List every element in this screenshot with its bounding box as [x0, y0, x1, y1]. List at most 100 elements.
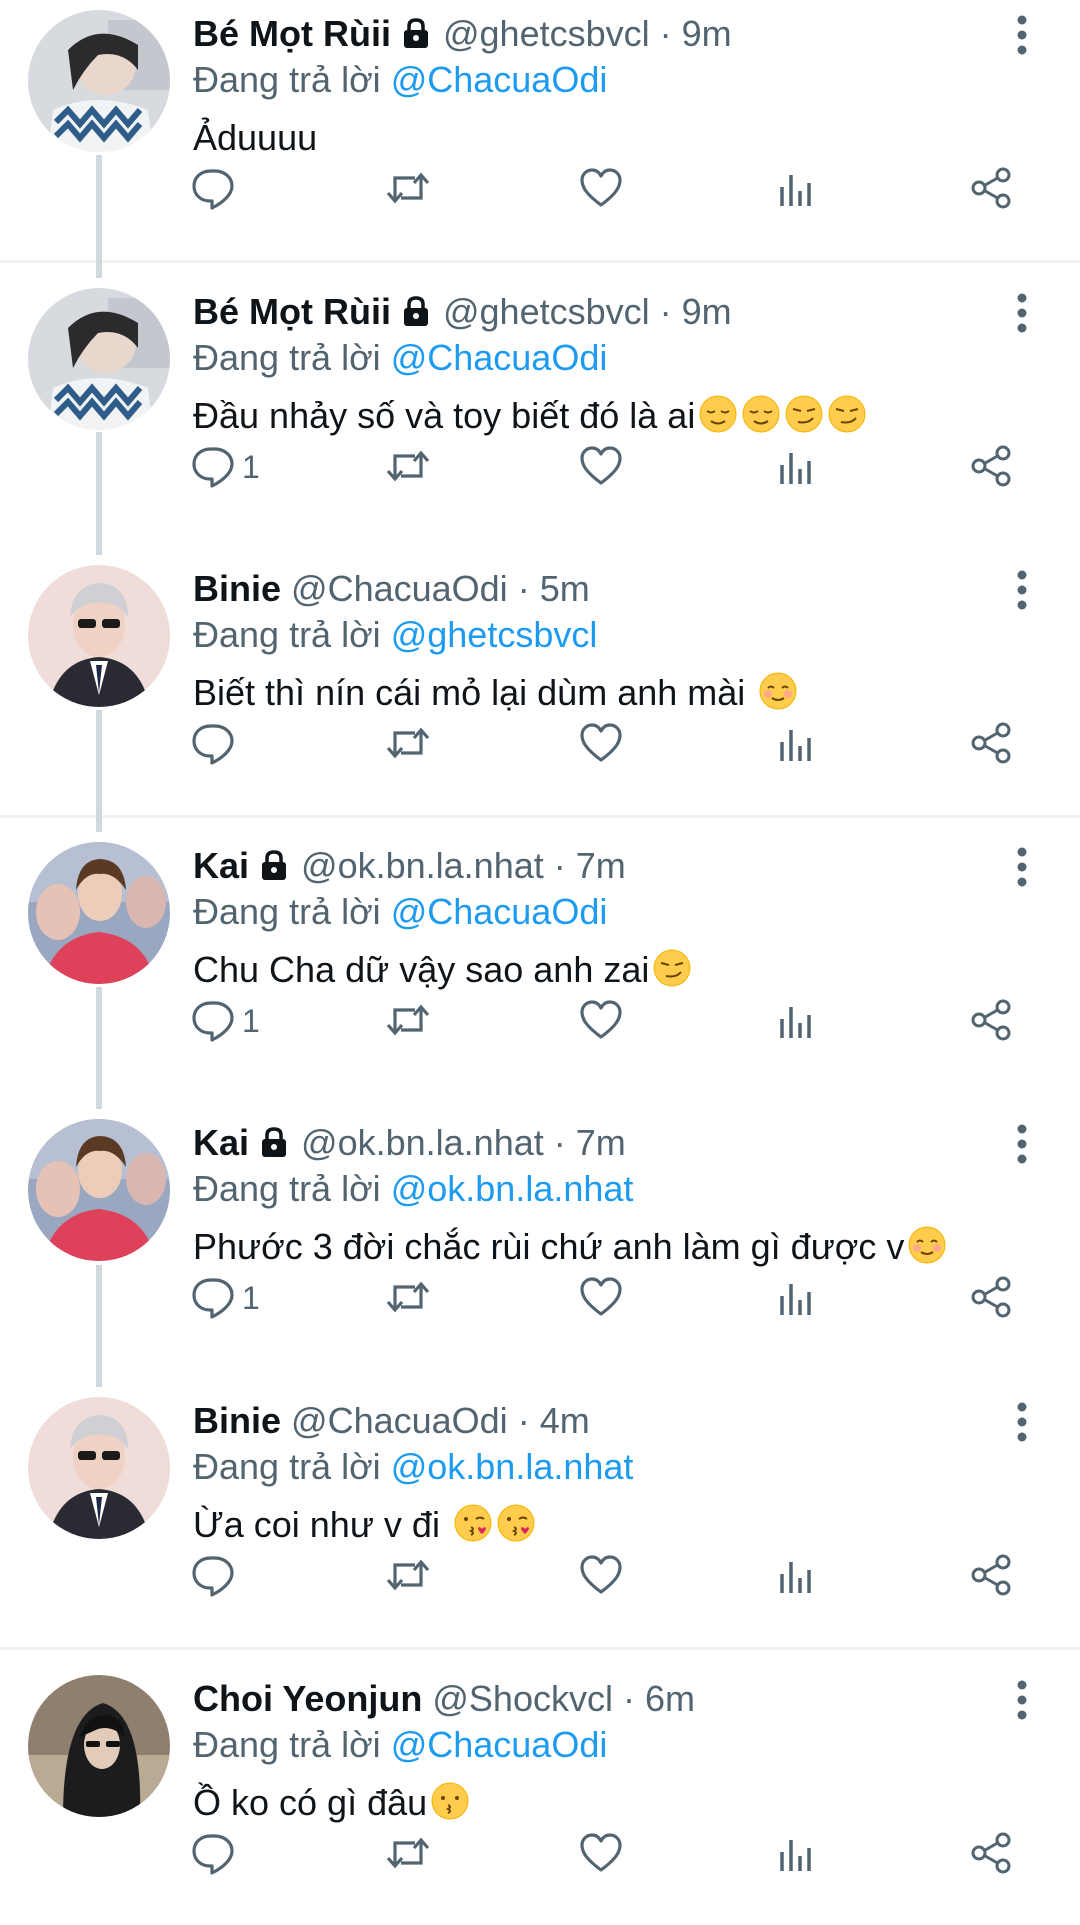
display-name[interactable]: Bé Mọt Rùii: [193, 291, 391, 332]
share-button[interactable]: [968, 443, 1014, 503]
timestamp[interactable]: 6m: [645, 1678, 695, 1719]
more-options-icon[interactable]: [1010, 1119, 1034, 1169]
reply-count: 1: [242, 1280, 260, 1316]
user-handle[interactable]: @ghetcsbvcl: [443, 291, 650, 332]
retweet-icon: [385, 1274, 431, 1320]
reply-to-handle-link[interactable]: @ChacuaOdi: [391, 337, 608, 378]
avatar[interactable]: [28, 1119, 170, 1261]
display-name[interactable]: Bé Mọt Rùii: [193, 13, 391, 54]
timestamp[interactable]: 5m: [540, 568, 590, 609]
user-handle[interactable]: @ok.bn.la.nhat: [301, 845, 544, 886]
tweet[interactable]: Choi Yeonjun @Shockvcl · 6m Đang trả lời …: [0, 1665, 1080, 1925]
reply-to-handle-link[interactable]: @ChacuaOdi: [391, 59, 608, 100]
user-handle[interactable]: @Shockvcl: [432, 1678, 613, 1719]
avatar[interactable]: [28, 842, 170, 984]
views-button[interactable]: [773, 1552, 819, 1612]
avatar[interactable]: [28, 565, 170, 707]
reply-count: 1: [242, 1003, 260, 1039]
avatar[interactable]: [28, 1675, 170, 1817]
tweet[interactable]: Bé Mọt Rùii @ghetcsbvcl · 9m Đang trả lời …: [0, 0, 1080, 260]
like-button[interactable]: [578, 720, 624, 780]
timestamp[interactable]: 7m: [576, 845, 626, 886]
reply-button[interactable]: 1: [190, 1274, 260, 1334]
reply-to-handle-link[interactable]: @ghetcsbvcl: [391, 614, 598, 655]
more-options-icon[interactable]: [1010, 842, 1034, 892]
views-button[interactable]: [773, 997, 819, 1057]
share-icon: [968, 720, 1014, 766]
separator-dot: ·: [553, 845, 566, 886]
timestamp[interactable]: 9m: [682, 291, 732, 332]
display-name[interactable]: Choi Yeonjun: [193, 1678, 422, 1719]
views-button[interactable]: [773, 720, 819, 780]
avatar[interactable]: [28, 10, 170, 152]
views-button[interactable]: [773, 443, 819, 503]
retweet-button[interactable]: [385, 997, 431, 1057]
heart-icon: [578, 443, 624, 489]
reply-button[interactable]: [190, 720, 236, 780]
tweet[interactable]: Kai @ok.bn.la.nhat · 7m Đang trả lời @Chac…: [0, 832, 1080, 1092]
retweet-button[interactable]: [385, 720, 431, 780]
user-handle[interactable]: @ChacuaOdi: [291, 1400, 508, 1441]
user-handle[interactable]: @ghetcsbvcl: [443, 13, 650, 54]
emoji-smirk-icon: [784, 394, 824, 434]
display-name[interactable]: Binie: [193, 1400, 281, 1441]
reply-to-handle-link[interactable]: @ok.bn.la.nhat: [391, 1168, 634, 1209]
share-button[interactable]: [968, 720, 1014, 780]
display-name[interactable]: Binie: [193, 568, 281, 609]
more-options-icon[interactable]: [1010, 565, 1034, 615]
tweet[interactable]: Bé Mọt Rùii @ghetcsbvcl · 9m Đang trả lời …: [0, 278, 1080, 538]
tweet-text: Phước 3 đời chắc rùi chứ anh làm gì được…: [193, 1221, 947, 1273]
views-button[interactable]: [773, 165, 819, 225]
tweet-text-content: Biết thì nín cái mỏ lại dùm anh mài: [193, 672, 756, 713]
share-button[interactable]: [968, 165, 1014, 225]
timestamp[interactable]: 4m: [540, 1400, 590, 1441]
retweet-button[interactable]: [385, 443, 431, 503]
like-button[interactable]: [578, 997, 624, 1057]
tweet[interactable]: Binie @ChacuaOdi · 4m Đang trả lời @ok.bn…: [0, 1387, 1080, 1647]
reply-to-handle-link[interactable]: @ok.bn.la.nhat: [391, 1446, 634, 1487]
like-button[interactable]: [578, 165, 624, 225]
display-name[interactable]: Kai: [193, 1122, 249, 1163]
emoji-kiss-icon: [453, 1503, 493, 1543]
reply-to-handle-link[interactable]: @ChacuaOdi: [391, 1724, 608, 1765]
share-button[interactable]: [968, 1274, 1014, 1334]
retweet-button[interactable]: [385, 1552, 431, 1612]
tweet[interactable]: Binie @ChacuaOdi · 5m Đang trả lời @ghetc…: [0, 555, 1080, 815]
emoji-kissing-icon: [430, 1781, 470, 1821]
more-options-icon[interactable]: [1010, 288, 1034, 338]
reply-button[interactable]: [190, 1830, 236, 1890]
like-button[interactable]: [578, 443, 624, 503]
reply-to-handle-link[interactable]: @ChacuaOdi: [391, 891, 608, 932]
more-options-icon[interactable]: [1010, 1675, 1034, 1725]
views-icon: [773, 1552, 819, 1598]
reply-button[interactable]: 1: [190, 997, 260, 1057]
retweet-button[interactable]: [385, 1830, 431, 1890]
user-handle[interactable]: @ok.bn.la.nhat: [301, 1122, 544, 1163]
views-button[interactable]: [773, 1830, 819, 1890]
like-button[interactable]: [578, 1552, 624, 1612]
like-button[interactable]: [578, 1274, 624, 1334]
retweet-button[interactable]: [385, 165, 431, 225]
emoji-kiss-icon: [496, 1503, 536, 1543]
share-button[interactable]: [968, 997, 1014, 1057]
user-handle[interactable]: @ChacuaOdi: [291, 568, 508, 609]
reply-button[interactable]: [190, 165, 236, 225]
avatar[interactable]: [28, 288, 170, 430]
reply-button[interactable]: [190, 1552, 236, 1612]
display-name[interactable]: Kai: [193, 845, 249, 886]
retweet-button[interactable]: [385, 1274, 431, 1334]
tweet[interactable]: Kai @ok.bn.la.nhat · 7m Đang trả lời @ok.b…: [0, 1109, 1080, 1369]
reply-button[interactable]: 1: [190, 443, 260, 503]
retweet-icon: [385, 997, 431, 1043]
views-button[interactable]: [773, 1274, 819, 1334]
replying-to-label: Đang trả lời: [193, 59, 381, 100]
more-options-icon[interactable]: [1010, 1397, 1034, 1447]
avatar[interactable]: [28, 1397, 170, 1539]
like-button[interactable]: [578, 1830, 624, 1890]
more-options-icon[interactable]: [1010, 10, 1034, 60]
replying-to-label: Đang trả lời: [193, 1724, 381, 1765]
timestamp[interactable]: 7m: [576, 1122, 626, 1163]
share-button[interactable]: [968, 1830, 1014, 1890]
timestamp[interactable]: 9m: [682, 13, 732, 54]
share-button[interactable]: [968, 1552, 1014, 1612]
